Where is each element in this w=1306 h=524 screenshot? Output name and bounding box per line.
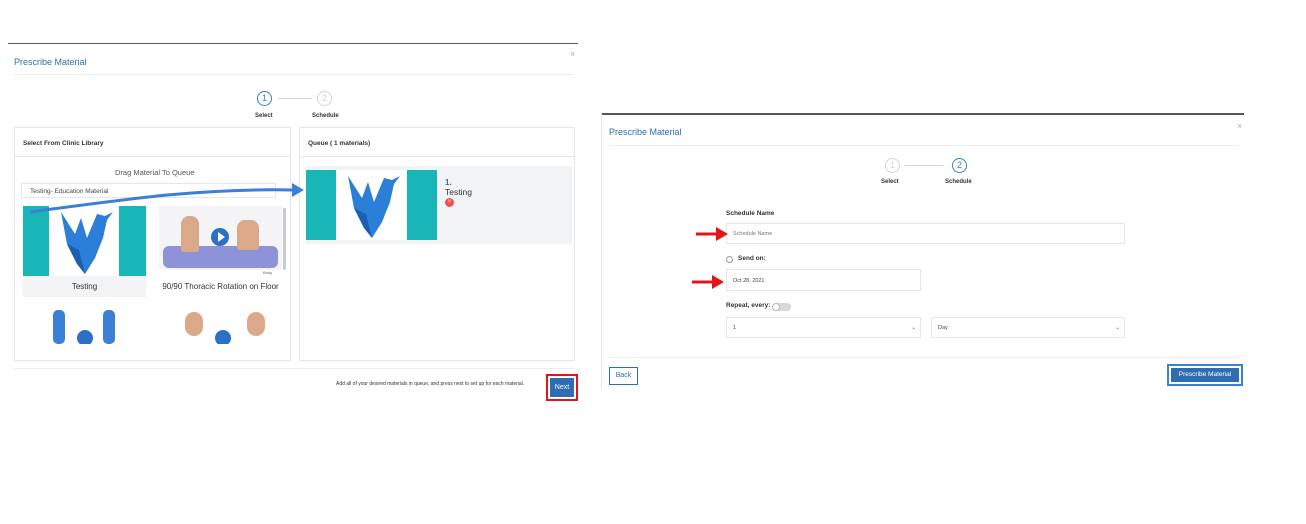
step-2-label: Schedule [945, 179, 972, 185]
red-arrow-annotation-1 [696, 227, 728, 241]
person-head-a [185, 312, 203, 336]
person-figure-b [103, 310, 115, 344]
footer-divider [14, 368, 574, 369]
repeat-toggle[interactable] [772, 303, 791, 311]
library-item-partial-1[interactable] [23, 308, 146, 344]
next-button[interactable]: Next [550, 378, 574, 397]
step-1-label: Select [881, 179, 899, 185]
person-figure-a [53, 310, 65, 344]
right-dialog: Prescribe Material × 1 2 Select Schedule… [601, 113, 1244, 388]
repeat-unit-select[interactable]: Day ⌄ [931, 317, 1125, 338]
library-item-partial-2[interactable] [159, 308, 282, 344]
header-divider [609, 145, 1239, 146]
footer-divider [609, 357, 1239, 358]
drag-arrow-annotation [29, 183, 304, 214]
prescribe-button-highlight: Prescribe Material [1167, 364, 1243, 386]
schedule-name-label: Schedule Name [726, 210, 775, 217]
dialog-title: Prescribe Material [609, 127, 682, 137]
red-arrow-annotation-2 [692, 275, 724, 289]
repeat-count-value: 1 [733, 325, 737, 331]
chevron-down-icon: ⌄ [910, 325, 916, 331]
dialog-left-border [601, 113, 602, 388]
person-head-b [247, 312, 265, 336]
step-connector [905, 165, 943, 166]
send-on-radio[interactable] [726, 256, 733, 263]
send-on-label: Send on: [738, 255, 766, 262]
step-2-circle: 2 [952, 158, 967, 173]
repeat-count-select[interactable]: 1 ⌄ [726, 317, 921, 338]
prescribe-material-button[interactable]: Prescribe Material [1171, 368, 1239, 382]
back-button[interactable]: Back [609, 367, 638, 385]
next-button-highlight: Next [546, 374, 578, 401]
step-1-circle: 1 [885, 158, 900, 173]
chevron-down-icon: ⌄ [1114, 325, 1120, 331]
repeat-unit-value: Day [938, 325, 948, 331]
schedule-name-input[interactable] [726, 223, 1125, 244]
play-icon[interactable] [77, 330, 93, 344]
repeat-label: Repeat, every: [726, 302, 771, 309]
play-icon[interactable] [215, 330, 231, 344]
send-on-date-input[interactable]: Oct 28, 2021 [726, 269, 921, 291]
dialog-top-border [601, 113, 1244, 115]
close-icon[interactable]: × [1237, 121, 1242, 131]
footer-hint: Add all of your desired materials in que… [336, 381, 525, 387]
toggle-knob [772, 303, 780, 311]
